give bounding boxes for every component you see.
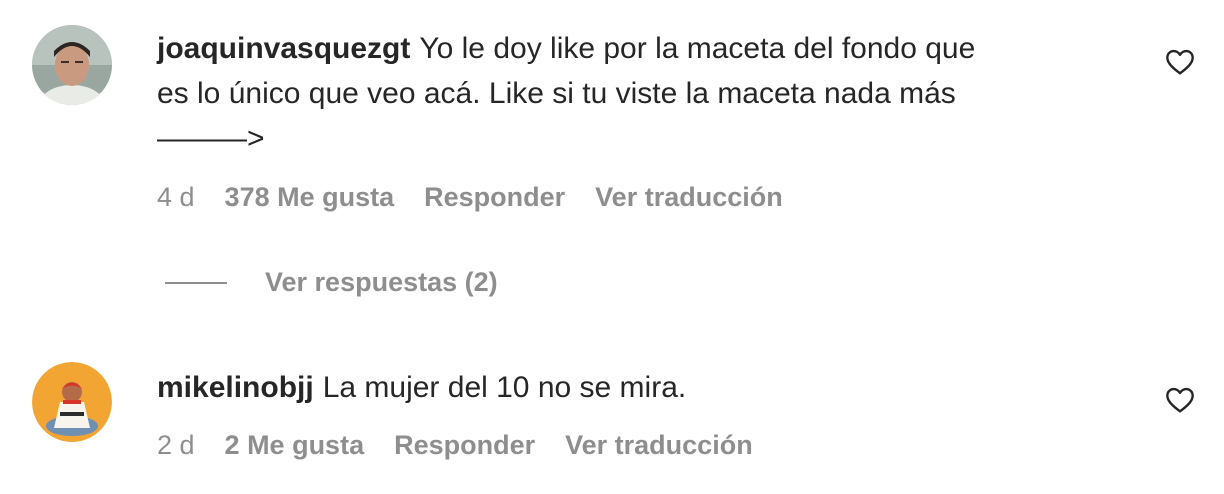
comment-body: mikelinobjj La mujer del 10 no se mira.: [157, 365, 686, 410]
translate-button[interactable]: Ver traducción: [565, 430, 753, 461]
like-count[interactable]: 2 Me gusta: [225, 430, 365, 461]
comment-meta: 4 d 378 Me gusta Responder Ver traducció…: [157, 182, 783, 213]
heart-outline-icon[interactable]: [1164, 384, 1196, 416]
translate-button[interactable]: Ver traducción: [595, 182, 783, 213]
comment-text: es lo único que veo acá. Like si tu vist…: [157, 77, 956, 110]
like-count[interactable]: 378 Me gusta: [225, 182, 395, 213]
comment-username[interactable]: joaquinvasquezgt: [157, 32, 410, 65]
comment-line-1: mikelinobjj La mujer del 10 no se mira.: [157, 365, 686, 410]
reply-button[interactable]: Responder: [424, 182, 565, 213]
comment-time[interactable]: 2 d: [157, 430, 195, 461]
replies-divider-line: [165, 281, 227, 284]
comment-item: joaquinvasquezgt Yo le doy like por la ma…: [0, 0, 1224, 240]
view-replies-button[interactable]: Ver respuestas (2): [165, 267, 498, 298]
comment-text: ———>: [157, 122, 265, 155]
user-avatar-illustration-icon: [32, 362, 112, 442]
comment-meta: 2 d 2 Me gusta Responder Ver traducción: [157, 430, 753, 461]
comment-line-1: joaquinvasquezgt Yo le doy like por la ma…: [157, 26, 975, 71]
heart-outline-icon[interactable]: [1164, 46, 1196, 78]
reply-button[interactable]: Responder: [394, 430, 535, 461]
user-avatar-photo-icon: [32, 25, 112, 105]
comment-text: Yo le doy like por la maceta del fondo q…: [419, 32, 976, 65]
comment-text: La mujer del 10 no se mira.: [322, 371, 687, 404]
comment-body: joaquinvasquezgt Yo le doy like por la ma…: [157, 26, 975, 161]
view-replies-label: Ver respuestas (2): [265, 267, 498, 297]
comment-username[interactable]: mikelinobjj: [157, 371, 314, 404]
comment-time[interactable]: 4 d: [157, 182, 195, 213]
avatar[interactable]: [32, 25, 112, 105]
comment-item: mikelinobjj La mujer del 10 no se mira. 2…: [0, 340, 1224, 494]
avatar[interactable]: [32, 362, 112, 442]
